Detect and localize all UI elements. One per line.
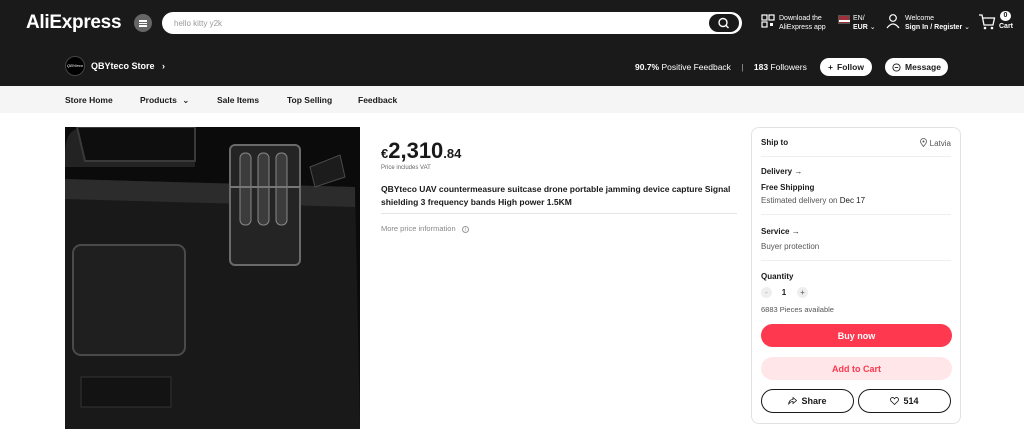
estimated-prefix: Estimated delivery on <box>761 196 838 205</box>
suitcase-image <box>65 127 360 429</box>
ship-to-value: Latvia <box>929 139 951 148</box>
chevron-right-icon: › <box>162 61 166 71</box>
nav-products[interactable]: Products ⌄ <box>140 95 189 106</box>
buy-now-button[interactable]: Buy now <box>761 324 952 347</box>
store-name-link[interactable]: QBYteco Store › <box>91 61 165 71</box>
estimated-date: Dec 17 <box>839 196 866 205</box>
quantity-label: Quantity <box>761 272 794 281</box>
download-line1: Download the <box>779 15 822 22</box>
currency-label: EUR <box>853 24 868 31</box>
search-icon <box>718 17 729 29</box>
chevron-down-icon: ⌄ <box>869 24 876 31</box>
nav-products-label: Products <box>140 95 177 105</box>
plus-icon: + <box>828 62 834 72</box>
aliexpress-logo[interactable]: AliExpress <box>26 12 122 34</box>
nav-sale-items[interactable]: Sale Items <box>217 95 259 105</box>
divider <box>381 213 737 214</box>
user-icon <box>886 14 900 29</box>
product-title: QBYteco UAV countermeasure suitcase dron… <box>381 184 731 207</box>
welcome-label: Welcome <box>905 15 935 22</box>
wishlist-button[interactable]: 514 <box>858 389 951 413</box>
share-button[interactable]: Share <box>761 389 854 413</box>
more-price-label: More price information <box>381 224 456 233</box>
nav-store-home[interactable]: Store Home <box>65 95 113 105</box>
nav-top-selling[interactable]: Top Selling <box>287 95 332 105</box>
price: €2,310.84 <box>381 138 461 164</box>
qr-code-icon <box>761 14 775 28</box>
cart-label: Cart <box>999 23 1014 30</box>
sign-in-link[interactable]: Sign In / Register <box>905 24 962 31</box>
store-stats: 90.7% Positive Feedback | 183 Followers <box>635 62 807 72</box>
ship-to-selector[interactable]: Latvia <box>920 138 951 148</box>
top-header: AliExpress Download the AliExpress app <box>0 0 1024 46</box>
follow-button[interactable]: + Follow <box>820 58 872 76</box>
share-icon <box>788 397 798 405</box>
ship-to-label: Ship to <box>761 138 789 147</box>
followers-label: Followers <box>770 62 807 72</box>
product-image[interactable] <box>65 127 360 429</box>
nav-feedback[interactable]: Feedback <box>358 95 397 105</box>
chat-icon <box>892 62 901 72</box>
quantity-value[interactable]: 1 <box>780 288 788 297</box>
followers-value: 183 <box>753 62 769 72</box>
download-line2: AliExpress app <box>779 24 826 31</box>
separator <box>761 214 951 215</box>
store-logo[interactable]: QBYteco <box>65 56 85 76</box>
message-button[interactable]: Message <box>885 58 948 76</box>
store-nav: Store Home Products ⌄ Sale Items Top Sel… <box>0 86 1024 113</box>
delivery-label: Delivery <box>761 167 793 176</box>
feedback-value: 90.7% <box>635 62 660 72</box>
chevron-down-icon: ⌄ <box>182 95 190 105</box>
more-price-info[interactable]: More price information i <box>381 224 469 233</box>
delivery-link[interactable]: Delivery → <box>761 167 802 176</box>
arrow-right-icon: → <box>791 227 800 236</box>
service-value: Buyer protection <box>761 242 820 251</box>
feedback-label: Positive Feedback <box>661 62 731 72</box>
location-pin-icon <box>920 138 928 148</box>
latvia-flag-icon <box>838 15 850 24</box>
info-icon: i <box>461 226 469 233</box>
share-label: Share <box>801 396 827 406</box>
search-input[interactable] <box>174 15 674 31</box>
quantity-increase-button[interactable]: + <box>797 287 808 298</box>
service-label: Service <box>761 227 790 236</box>
pieces-available: 6883 Pieces available <box>761 305 834 314</box>
add-to-cart-button[interactable]: Add to Cart <box>761 357 952 380</box>
price-cents: .84 <box>443 146 462 161</box>
quantity-decrease-button[interactable]: - <box>761 287 772 298</box>
heart-icon <box>890 397 900 405</box>
service-link[interactable]: Service → <box>761 227 800 236</box>
store-bar: QBYteco QBYteco Store › 90.7% Positive F… <box>0 46 1024 86</box>
separator <box>761 156 951 157</box>
price-main: 2,310 <box>388 138 444 163</box>
arrow-right-icon: → <box>794 167 803 176</box>
store-name: QBYteco Store <box>91 61 155 71</box>
cart-count-badge: 0 <box>1000 11 1011 21</box>
lang-label: EN/ <box>853 15 865 22</box>
chevron-down-icon: ⌄ <box>964 24 971 31</box>
search-button[interactable] <box>709 14 739 32</box>
purchase-panel: Ship to Latvia Delivery → Free Shipping … <box>751 127 961 424</box>
vat-note: Price includes VAT <box>381 165 431 171</box>
cart-icon <box>979 14 996 30</box>
message-label: Message <box>905 62 941 72</box>
estimated-delivery: Estimated delivery on Dec 17 <box>761 196 865 205</box>
cart-button[interactable]: 0 Cart <box>978 10 1018 36</box>
follow-label: Follow <box>837 62 864 72</box>
separator <box>761 260 951 261</box>
menu-icon[interactable] <box>134 14 152 32</box>
free-shipping: Free Shipping <box>761 183 815 192</box>
search-bar <box>162 12 742 34</box>
wishlist-count: 514 <box>903 396 919 406</box>
